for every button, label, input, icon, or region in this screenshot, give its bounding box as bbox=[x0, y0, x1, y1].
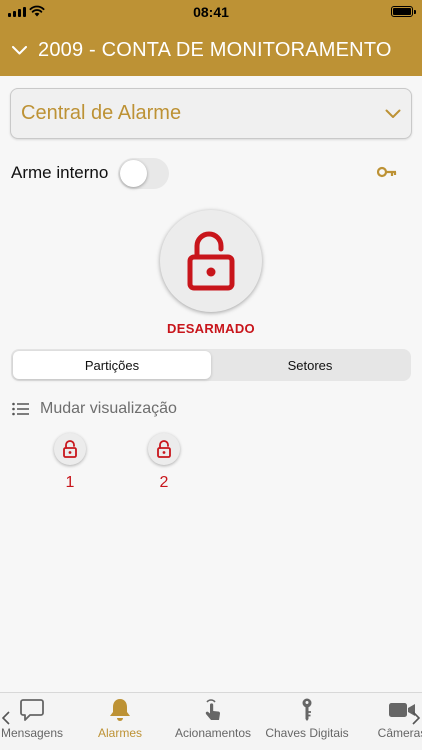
arm-internal-toggle[interactable] bbox=[118, 157, 170, 189]
partition-number: 1 bbox=[65, 474, 75, 491]
message-icon bbox=[20, 699, 44, 721]
unlocked-padlock-icon bbox=[187, 231, 235, 291]
tab-actions[interactable]: Acionamentos bbox=[171, 697, 255, 740]
status-time: 08:41 bbox=[193, 4, 229, 20]
partition-lock-button[interactable] bbox=[148, 433, 180, 465]
arm-internal-label: Arme interno bbox=[11, 163, 109, 182]
key-icon[interactable] bbox=[377, 166, 397, 178]
header-bar: 2009 - CONTA DE MONITORAMENTO bbox=[0, 24, 422, 76]
change-view-label: Mudar visualização bbox=[40, 400, 177, 417]
arm-internal-row: Arme interno bbox=[11, 157, 411, 189]
list-icon bbox=[12, 402, 29, 416]
status-bar: 08:41 bbox=[0, 0, 422, 24]
arm-disarm-button[interactable] bbox=[160, 210, 262, 312]
bell-icon bbox=[110, 699, 130, 721]
tab-label: Chaves Digitais bbox=[265, 726, 349, 740]
unlocked-padlock-icon bbox=[63, 440, 77, 458]
partition-item[interactable]: 2 bbox=[148, 433, 180, 492]
key-icon bbox=[302, 698, 312, 721]
tab-label: Câmeras bbox=[377, 726, 422, 740]
hand-tap-icon bbox=[205, 699, 220, 720]
tab-alarms[interactable]: Alarmes bbox=[90, 697, 150, 740]
partition-number: 2 bbox=[159, 474, 169, 491]
view-segmented-control: Partições Setores bbox=[11, 349, 411, 381]
tab-bar: Mensagens Alarmes Acionamentos Chaves Di… bbox=[0, 692, 422, 750]
chevron-down-icon bbox=[385, 109, 401, 118]
tab-messages[interactable]: Mensagens bbox=[0, 697, 68, 740]
segment-sectors[interactable]: Setores bbox=[211, 351, 409, 379]
partition-item[interactable]: 1 bbox=[54, 433, 86, 492]
tab-label: Mensagens bbox=[0, 726, 64, 740]
partition-lock-button[interactable] bbox=[54, 433, 86, 465]
segment-partitions[interactable]: Partições bbox=[13, 351, 211, 379]
scroll-right-icon[interactable] bbox=[412, 711, 420, 725]
device-select[interactable]: Central de Alarme bbox=[10, 88, 412, 139]
device-select-value: Central de Alarme bbox=[21, 102, 182, 124]
unlocked-padlock-icon bbox=[157, 440, 171, 458]
tab-label: Acionamentos bbox=[174, 726, 252, 740]
tab-label: Alarmes bbox=[97, 726, 142, 740]
change-view-button[interactable]: Mudar visualização bbox=[12, 398, 177, 420]
tab-digital-keys[interactable]: Chaves Digitais bbox=[261, 697, 353, 740]
alarm-status-text: DESARMADO bbox=[167, 321, 255, 336]
battery-icon bbox=[391, 6, 416, 17]
page-title: 2009 - CONTA DE MONITORAMENTO bbox=[38, 38, 392, 61]
chevron-down-icon[interactable] bbox=[11, 42, 27, 58]
